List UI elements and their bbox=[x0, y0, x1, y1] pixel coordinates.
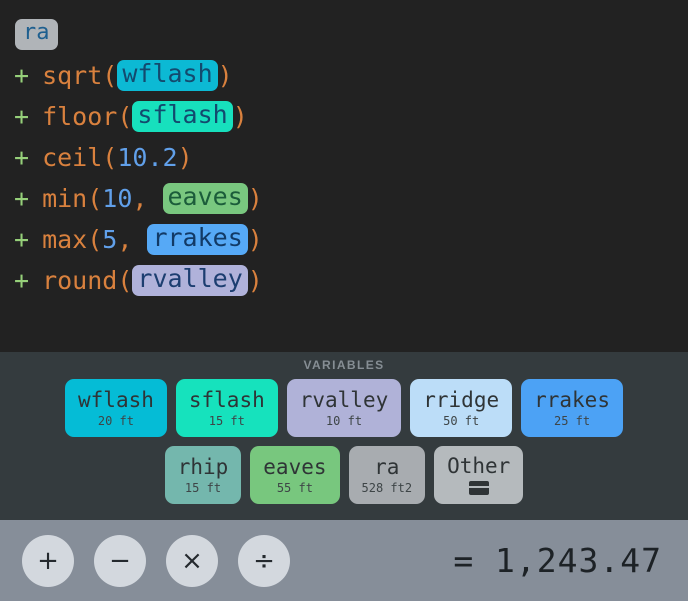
formula-open-paren: ( bbox=[117, 266, 133, 295]
variable-pill-eaves[interactable]: eaves 55 ft bbox=[250, 446, 340, 504]
variable-pill-name: ra bbox=[374, 455, 400, 480]
formula-open-paren: ( bbox=[117, 102, 133, 131]
formula-head-line: ra bbox=[0, 14, 688, 55]
formula-close-paren: ) bbox=[247, 225, 263, 254]
formula-line[interactable]: + ceil(10.2) bbox=[0, 137, 688, 178]
variable-pill-rvalley[interactable]: rvalley 10 ft bbox=[286, 379, 402, 437]
formula-close-paren: ) bbox=[247, 266, 263, 295]
variable-pill-name: rrakes bbox=[534, 388, 610, 413]
variable-pill-ra[interactable]: ra 528 ft2 bbox=[348, 446, 426, 504]
formula-operator: + bbox=[14, 184, 30, 213]
formula-editor-area[interactable]: ra + sqrt(wflash) + floor(sflash) + ceil(10.2… bbox=[0, 0, 688, 352]
formula-operator: + bbox=[14, 102, 30, 131]
formula-open-paren: ( bbox=[102, 61, 118, 90]
formula-function-name: max bbox=[42, 225, 88, 254]
formula-line[interactable]: + max(5, rrakes) bbox=[0, 219, 688, 260]
variables-row: rhip 15 ft eaves 55 ft ra 528 ft2 Other bbox=[0, 446, 688, 504]
subtract-button[interactable]: − bbox=[94, 534, 146, 587]
variable-pill-rrakes[interactable]: rrakes 25 ft bbox=[521, 379, 623, 437]
variable-pill-value: 20 ft bbox=[97, 413, 134, 428]
formula-variable-token[interactable]: rvalley bbox=[132, 265, 248, 296]
formula-function-name: floor bbox=[42, 102, 118, 131]
variable-pill-value: 528 ft2 bbox=[361, 480, 413, 495]
formula-open-paren: ( bbox=[87, 184, 103, 213]
operator-bar: + − × ÷ = 1,243.47 bbox=[0, 520, 688, 601]
variable-pill-name: rridge bbox=[423, 388, 500, 413]
keyboard-icon bbox=[468, 481, 489, 496]
formula-function-name: min bbox=[42, 184, 88, 213]
variables-row: wflash 20 ft sflash 15 ft rvalley 10 ft rridge… bbox=[0, 379, 688, 437]
formula-head-token[interactable]: ra bbox=[15, 19, 58, 50]
formula-open-paren: ( bbox=[87, 225, 103, 254]
formula-editor-app: ra + sqrt(wflash) + floor(sflash) + ceil(10.2… bbox=[0, 0, 688, 601]
formula-line[interactable]: + round(rvalley) bbox=[0, 260, 688, 301]
add-button[interactable]: + bbox=[22, 534, 74, 587]
variables-panel: VARIABLES wflash 20 ft sflash 15 ft rvalley 1… bbox=[0, 352, 688, 520]
formula-function-name: round bbox=[42, 266, 118, 295]
divide-button[interactable]: ÷ bbox=[238, 534, 290, 587]
multiply-button[interactable]: × bbox=[166, 534, 218, 587]
variable-pill-value: 55 ft bbox=[276, 480, 313, 495]
variable-pill-value: 15 ft bbox=[184, 480, 222, 495]
formula-function-name: ceil bbox=[42, 143, 103, 172]
formula-number-literal[interactable]: 10.2 bbox=[117, 143, 177, 172]
formula-number-literal[interactable]: 10 bbox=[102, 184, 132, 213]
formula-number-literal[interactable]: 5 bbox=[102, 225, 117, 254]
variable-pill-name: rvalley bbox=[299, 388, 389, 413]
formula-comma: , bbox=[132, 184, 163, 213]
variable-pill-wflash[interactable]: wflash 20 ft bbox=[65, 379, 167, 437]
formula-variable-token[interactable]: sflash bbox=[132, 101, 233, 132]
variable-pill-name: sflash bbox=[188, 388, 265, 413]
formula-line[interactable]: + min(10, eaves) bbox=[0, 178, 688, 219]
variable-pill-name: rhip bbox=[177, 455, 229, 480]
variables-pill-rows: wflash 20 ft sflash 15 ft rvalley 10 ft rridge… bbox=[0, 379, 688, 504]
variable-pill-value: 50 ft bbox=[443, 413, 480, 428]
operator-button-group: + − × ÷ bbox=[22, 534, 290, 587]
variables-section-label: VARIABLES bbox=[303, 358, 385, 372]
formula-operator: + bbox=[14, 225, 30, 254]
formula-close-paren: ) bbox=[247, 184, 263, 213]
formula-open-paren: ( bbox=[102, 143, 118, 172]
variable-pill-value: 10 ft bbox=[325, 413, 363, 428]
formula-line[interactable]: + sqrt(wflash) bbox=[0, 55, 688, 96]
result-value: = 1,243.47 bbox=[453, 541, 662, 580]
formula-line-list: + sqrt(wflash) + floor(sflash) + ceil(10.2) + m… bbox=[0, 55, 688, 301]
variable-pill-name: wflash bbox=[78, 388, 154, 413]
formula-variable-token[interactable]: rrakes bbox=[147, 224, 248, 255]
formula-operator: + bbox=[14, 61, 30, 90]
formula-function-name: sqrt bbox=[42, 61, 103, 90]
formula-operator: + bbox=[14, 266, 30, 295]
variable-pill-name: Other bbox=[447, 453, 511, 478]
variable-pill-rridge[interactable]: rridge 50 ft bbox=[410, 379, 513, 437]
formula-variable-token[interactable]: wflash bbox=[117, 60, 218, 91]
formula-line[interactable]: + floor(sflash) bbox=[0, 96, 688, 137]
formula-close-paren: ) bbox=[232, 102, 248, 131]
formula-operator: + bbox=[14, 143, 30, 172]
formula-comma: , bbox=[117, 225, 148, 254]
variable-pill-other[interactable]: Other bbox=[434, 446, 524, 504]
formula-close-paren: ) bbox=[217, 61, 233, 90]
variable-pill-value: 25 ft bbox=[553, 413, 591, 428]
formula-variable-token[interactable]: eaves bbox=[162, 183, 248, 214]
variable-pill-name: eaves bbox=[263, 455, 327, 480]
variable-pill-value: 15 ft bbox=[208, 413, 245, 428]
formula-close-paren: ) bbox=[177, 143, 193, 172]
variable-pill-sflash[interactable]: sflash 15 ft bbox=[175, 379, 278, 437]
variable-pill-rhip[interactable]: rhip 15 ft bbox=[164, 446, 242, 504]
